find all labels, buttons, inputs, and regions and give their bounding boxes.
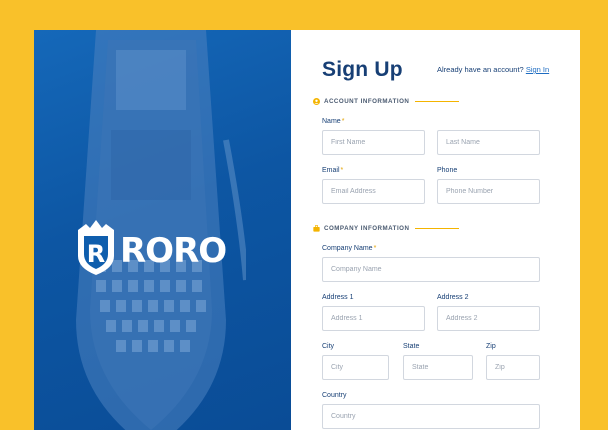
state-input[interactable]	[403, 355, 473, 380]
brand-logo: R RORO	[74, 218, 227, 276]
briefcase-icon	[313, 225, 320, 232]
email-label: Email*	[322, 167, 344, 174]
section-divider	[415, 227, 460, 230]
signin-link[interactable]: Sign In	[526, 65, 549, 74]
hero-image-panel: R RORO	[34, 30, 291, 430]
address2-input[interactable]	[437, 306, 540, 331]
city-input[interactable]	[322, 355, 389, 380]
zip-input[interactable]	[486, 355, 540, 380]
section-company-information: COMPANY INFORMATION	[313, 225, 460, 232]
section-title: ACCOUNT INFORMATION	[324, 98, 410, 105]
section-title: COMPANY INFORMATION	[324, 225, 410, 232]
phone-input[interactable]	[437, 179, 540, 204]
shield-crest-icon: R	[78, 220, 114, 275]
section-divider	[415, 100, 460, 103]
signup-card: R RORO Sign Up Already have an account? …	[34, 30, 580, 430]
address1-input[interactable]	[322, 306, 425, 331]
last-name-input[interactable]	[437, 130, 540, 155]
company-name-label: Company Name*	[322, 245, 377, 252]
svg-text:R: R	[87, 240, 105, 268]
brand-wordmark: RORO	[120, 231, 227, 271]
address1-label: Address 1	[322, 294, 354, 301]
section-account-information: ACCOUNT INFORMATION	[313, 98, 460, 105]
page-title: Sign Up	[322, 58, 403, 81]
country-label: Country	[322, 392, 347, 399]
state-label: State	[403, 343, 420, 350]
phone-label: Phone	[437, 167, 458, 174]
email-input[interactable]	[322, 179, 425, 204]
signin-prompt: Already have an account? Sign In	[437, 65, 549, 74]
address2-label: Address 2	[437, 294, 469, 301]
user-circle-icon	[313, 98, 320, 105]
first-name-input[interactable]	[322, 130, 425, 155]
name-label: Name*	[322, 118, 345, 125]
company-name-input[interactable]	[322, 257, 540, 282]
signin-prompt-text: Already have an account?	[437, 65, 524, 74]
signup-form: Sign Up Already have an account? Sign In…	[291, 30, 580, 430]
country-input[interactable]	[322, 404, 540, 429]
city-label: City	[322, 343, 335, 350]
zip-label: Zip	[486, 343, 496, 350]
